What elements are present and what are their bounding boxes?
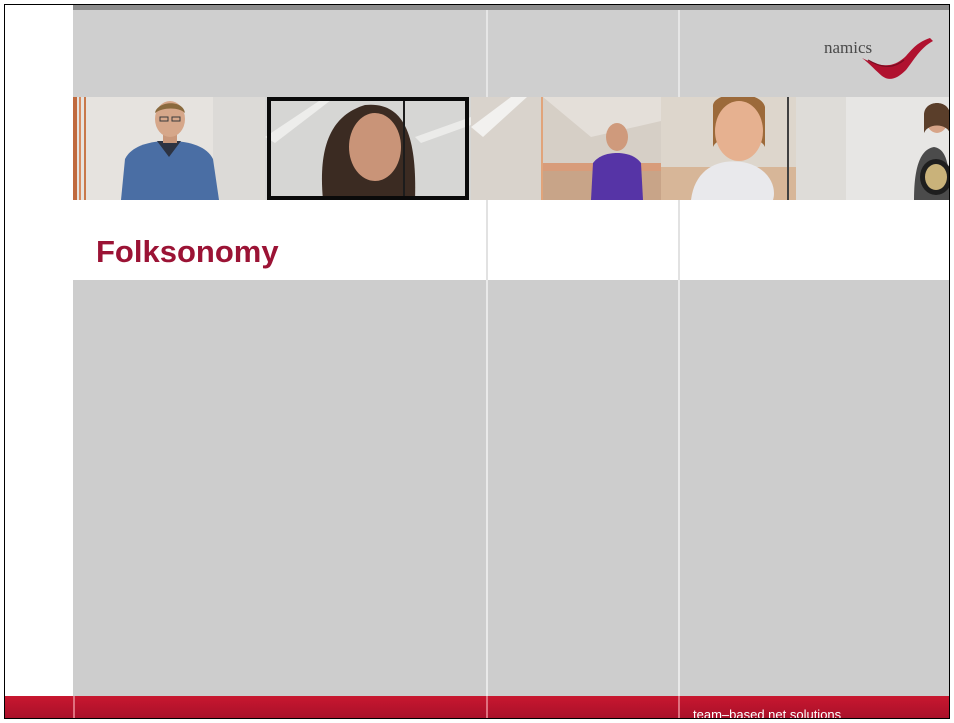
man-in-purple-shirt-photo	[471, 97, 661, 200]
content-panel	[73, 280, 950, 696]
footer-divider	[73, 696, 75, 719]
column-divider	[678, 200, 680, 280]
column-divider	[486, 280, 488, 696]
man-in-blue-shirt-photo	[73, 97, 265, 200]
footer-divider	[678, 696, 680, 719]
smiling-woman-photo	[661, 97, 796, 200]
woman-portrait-photo	[265, 97, 471, 200]
column-divider	[678, 280, 680, 696]
woman-with-object-photo	[796, 97, 950, 200]
slide-title: Folksonomy	[96, 234, 279, 269]
slide: namics Folksonomy team–based net solutio…	[0, 0, 954, 723]
column-divider	[486, 200, 488, 280]
namics-logo: namics	[810, 36, 940, 82]
footer-tagline: team–based net solutions	[693, 707, 842, 722]
namics-swoosh-logo-icon	[862, 38, 933, 79]
footer-divider	[486, 696, 488, 719]
photo-band	[73, 97, 950, 200]
